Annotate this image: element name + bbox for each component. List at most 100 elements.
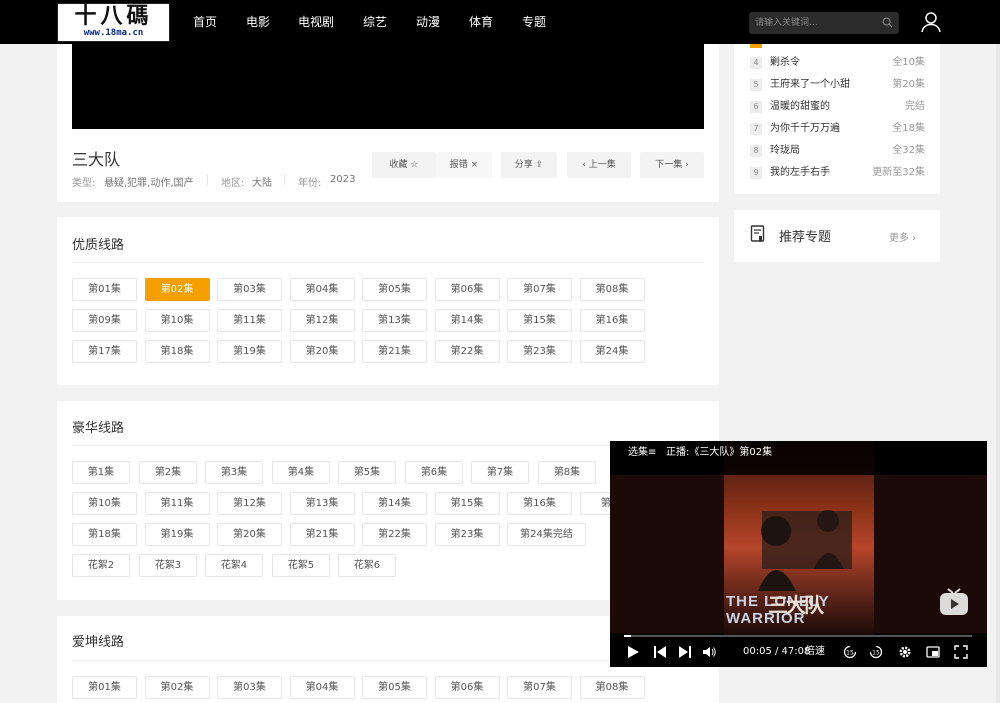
episode-button[interactable]: 第03集 [217, 676, 282, 699]
episode-button[interactable]: 花絮3 [139, 554, 197, 577]
episode-button[interactable]: 第03集 [217, 278, 282, 301]
picture-in-picture-icon[interactable] [926, 645, 940, 659]
nav-home[interactable]: 首页 [193, 14, 217, 30]
episode-button[interactable]: 花絮4 [205, 554, 263, 577]
episode-button[interactable]: 第04集 [289, 278, 355, 301]
region-value: 大陆 [252, 178, 272, 189]
episode-button[interactable]: 第02集 [144, 676, 210, 699]
episode-button[interactable]: 第21集 [289, 523, 355, 546]
episode-button[interactable]: 第2集 [139, 461, 197, 484]
scrollbar[interactable] [996, 0, 1000, 703]
episode-button[interactable]: 第1集 [72, 461, 130, 484]
nav-movie[interactable]: 电影 [246, 14, 270, 30]
episode-button[interactable]: 第01集 [72, 278, 137, 301]
episode-button[interactable]: 第3集 [205, 461, 263, 484]
nav-variety[interactable]: 综艺 [363, 14, 387, 30]
search-box [749, 12, 899, 34]
search-icon[interactable] [882, 17, 893, 28]
type-value[interactable]: 悬疑,犯罪,动作,国产 [104, 174, 194, 189]
episode-button[interactable]: 第16集 [579, 309, 645, 332]
episode-button[interactable]: 第06集 [434, 676, 500, 699]
episode-button[interactable]: 第08集 [579, 278, 645, 301]
episode-button[interactable]: 第10集 [72, 492, 137, 515]
episode-button[interactable]: 第5集 [338, 461, 396, 484]
episode-button[interactable]: 第05集 [362, 676, 427, 699]
episode-button[interactable]: 第6集 [405, 461, 463, 484]
episode-button[interactable]: 第09集 [72, 309, 137, 332]
episode-button[interactable]: 第15集 [507, 309, 572, 332]
nav-tv[interactable]: 电视剧 [298, 14, 334, 30]
episode-button[interactable]: 第18集 [72, 523, 137, 546]
rewind-15-icon[interactable]: 15 [843, 645, 857, 659]
episode-button[interactable]: 第01集 [72, 676, 137, 699]
site-logo[interactable]: 十八碼 www.18ma.cn [57, 3, 170, 42]
episode-button[interactable]: 第22集 [434, 340, 500, 363]
episode-button[interactable]: 第19集 [144, 523, 210, 546]
episode-button[interactable]: 第16集 [507, 492, 572, 515]
tv-app-icon[interactable] [938, 587, 970, 619]
episode-button[interactable]: 第20集 [217, 523, 282, 546]
episode-button[interactable]: 第05集 [362, 278, 427, 301]
episode-button[interactable]: 第12集 [289, 309, 355, 332]
episode-button[interactable]: 第8集 [538, 461, 596, 484]
episode-button[interactable]: 第13集 [362, 309, 427, 332]
nav-topics[interactable]: 专题 [522, 14, 546, 30]
episode-button[interactable]: 第14集 [362, 492, 427, 515]
episode-button[interactable]: 第18集 [144, 340, 210, 363]
episode-button[interactable]: 第11集 [217, 309, 282, 332]
report-button[interactable]: 报错 × [436, 152, 492, 178]
episode-button[interactable]: 第08集 [579, 676, 645, 699]
ranking-item[interactable]: 6 温暖的甜蜜的 完结 [750, 99, 925, 115]
ranking-item[interactable]: 5 王府来了一个小甜 第20集 [750, 77, 925, 93]
episode-button[interactable]: 第24集 [579, 340, 645, 363]
share-button[interactable]: 分享 ⇪ [501, 152, 557, 178]
episode-button[interactable]: 第15集 [434, 492, 500, 515]
episode-button[interactable]: 第19集 [217, 340, 282, 363]
user-icon[interactable] [920, 11, 942, 33]
episode-button[interactable]: 第07集 [507, 676, 572, 699]
episode-button[interactable]: 第17集 [72, 340, 137, 363]
episode-button[interactable]: 第23集 [434, 523, 500, 546]
episode-button[interactable]: 第10集 [144, 309, 210, 332]
episode-button[interactable]: 第02集 [144, 278, 210, 301]
episode-button[interactable]: 第7集 [471, 461, 529, 484]
prev-episode-button[interactable]: ‹ 上一集 [567, 152, 631, 178]
search-input[interactable] [755, 15, 875, 31]
episode-button[interactable]: 第22集 [362, 523, 427, 546]
gear-icon[interactable] [898, 645, 912, 659]
nav-anime[interactable]: 动漫 [416, 14, 440, 30]
episode-list-button[interactable]: 选集≡ [628, 445, 656, 461]
video-area[interactable] [72, 44, 704, 129]
episode-button[interactable]: 第14集 [434, 309, 500, 332]
episode-button[interactable]: 第4集 [272, 461, 330, 484]
episode-button[interactable]: 第07集 [507, 278, 572, 301]
episode-button[interactable]: 第20集 [289, 340, 355, 363]
nav-sports[interactable]: 体育 [469, 14, 493, 30]
episode-button[interactable]: 花絮5 [272, 554, 330, 577]
play-icon[interactable] [626, 645, 640, 659]
next-episode-button[interactable]: 下一集 › [640, 152, 704, 178]
ranking-item[interactable]: 8 玲珑局 全32集 [750, 143, 925, 159]
volume-icon[interactable] [702, 645, 716, 659]
ranking-item[interactable]: 7 为你千千万万遍 全18集 [750, 121, 925, 137]
episode-button[interactable]: 第24集完结 [507, 523, 586, 546]
topics-more-link[interactable]: 更多 › [889, 229, 916, 244]
next-icon[interactable] [678, 645, 692, 659]
ranking-item[interactable]: 9 我的左手右手 更新至32集 [750, 165, 925, 181]
episode-button[interactable]: 第23集 [507, 340, 572, 363]
fullscreen-icon[interactable] [954, 645, 968, 659]
episode-button[interactable]: 第12集 [217, 492, 282, 515]
episode-button[interactable]: 第21集 [362, 340, 427, 363]
ranking-item[interactable]: 4 剿杀令 全10集 [750, 55, 925, 71]
episode-button[interactable]: 花絮2 [72, 554, 130, 577]
episode-button[interactable]: 第06集 [434, 278, 500, 301]
mini-player[interactable]: THE LONELY WARRIOR 三大队 选集≡ 正播:《三大队》第02集 … [610, 441, 987, 667]
episode-button[interactable]: 第13集 [289, 492, 355, 515]
episode-button[interactable]: 花絮6 [338, 554, 396, 577]
previous-icon[interactable] [653, 645, 667, 659]
episode-button[interactable]: 第04集 [289, 676, 355, 699]
favorite-button[interactable]: 收藏 ☆ [372, 152, 436, 178]
forward-15-icon[interactable]: 15 [869, 645, 883, 659]
episode-button[interactable]: 第11集 [144, 492, 210, 515]
speed-button[interactable]: 倍速 [805, 644, 825, 660]
